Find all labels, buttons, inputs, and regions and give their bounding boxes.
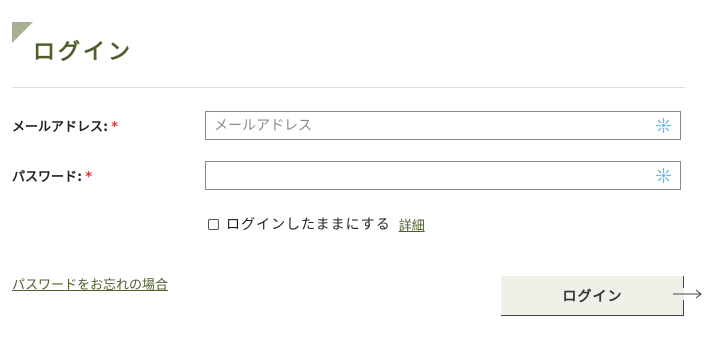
forgot-password-link[interactable]: パスワードをお忘れの場合 bbox=[12, 277, 168, 295]
password-label-text: パスワード: bbox=[12, 170, 83, 185]
login-button-edge-bottom bbox=[683, 300, 684, 316]
password-label: パスワード: * bbox=[12, 169, 92, 187]
password-input[interactable] bbox=[206, 162, 662, 189]
email-input[interactable] bbox=[206, 112, 662, 139]
email-required-mark: * bbox=[111, 120, 119, 135]
password-required-mark: * bbox=[85, 170, 93, 185]
page-title: ログイン bbox=[33, 40, 134, 65]
login-button[interactable]: ログイン bbox=[501, 276, 684, 316]
arrow-right-icon bbox=[673, 289, 702, 299]
title-corner-decoration bbox=[12, 22, 33, 43]
keyboard-helper-icon[interactable] bbox=[655, 167, 672, 184]
email-label-text: メールアドレス: bbox=[12, 120, 109, 135]
title-divider bbox=[12, 87, 685, 88]
remember-me-label[interactable]: ログインしたままにする bbox=[226, 214, 391, 234]
email-label: メールアドレス: * bbox=[12, 119, 118, 137]
password-field[interactable] bbox=[205, 161, 681, 190]
login-button-edge-top bbox=[683, 276, 684, 288]
remember-me-checkbox[interactable] bbox=[208, 218, 219, 230]
remember-me-row: ログインしたままにする 詳細 bbox=[208, 214, 425, 234]
remember-details-link[interactable]: 詳細 bbox=[399, 215, 425, 234]
email-field[interactable] bbox=[205, 111, 681, 140]
keyboard-helper-icon[interactable] bbox=[655, 117, 672, 134]
